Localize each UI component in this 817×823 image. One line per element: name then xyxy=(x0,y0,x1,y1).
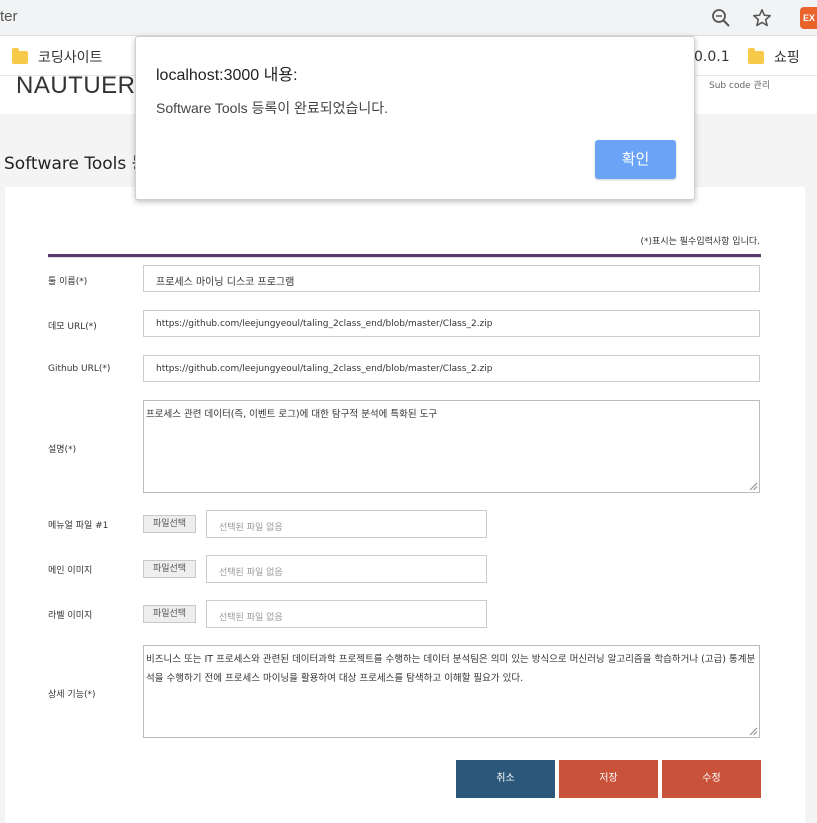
description-textarea[interactable]: 프로세스 관련 데이터(즉, 이벤트 로그)에 대한 탐구적 분석에 특화된 도… xyxy=(143,400,760,493)
cancel-button[interactable]: 취소 xyxy=(456,760,555,798)
site-logo[interactable]: NAUTUER xyxy=(16,72,136,100)
tool-name-input[interactable]: 프로세스 마이닝 디스코 프로그램 xyxy=(143,265,760,292)
bookmark-star-icon[interactable] xyxy=(751,7,773,29)
main-image-file-name: 선택된 파일 없음 xyxy=(206,555,487,583)
description-text: 프로세스 관련 데이터(즉, 이벤트 로그)에 대한 탐구적 분석에 특화된 도… xyxy=(146,409,438,420)
manual-file-select-button[interactable]: 파일선택 xyxy=(143,515,196,533)
url-text[interactable]: ter xyxy=(0,8,18,25)
zoom-icon[interactable] xyxy=(711,8,731,28)
tool-name-label: 툴 이름(*) xyxy=(48,277,88,287)
browser-address-bar: ter EX xyxy=(0,0,817,36)
resize-handle-icon[interactable] xyxy=(749,727,758,736)
dialog-title: localhost:3000 내용: xyxy=(156,67,298,84)
detail-textarea[interactable]: 비즈니스 또는 IT 프로세스와 관련된 데이터과학 프로젝트를 수행하는 데이… xyxy=(143,645,760,738)
bookmark-local[interactable]: 0.0.1 xyxy=(694,46,730,68)
github-url-label: Github URL(*) xyxy=(48,364,111,374)
alert-dialog: localhost:3000 내용: Software Tools 등록이 완료… xyxy=(135,36,695,200)
detail-label: 상세 기능(*) xyxy=(48,690,96,700)
form-divider xyxy=(48,257,761,258)
manual-file-label: 메뉴얼 파일 #1 xyxy=(48,521,109,531)
bookmark-shopping[interactable]: 쇼핑 xyxy=(748,46,800,68)
bookmark-label: 0.0.1 xyxy=(694,49,730,65)
bookmark-coding-sites[interactable]: 코딩사이트 xyxy=(12,46,102,68)
extension-icon[interactable]: EX xyxy=(800,7,817,29)
bookmark-label: 쇼핑 xyxy=(774,50,800,66)
save-button[interactable]: 저장 xyxy=(559,760,658,798)
detail-text: 비즈니스 또는 IT 프로세스와 관련된 데이터과학 프로젝트를 수행하는 데이… xyxy=(146,654,756,684)
label-image-select-button[interactable]: 파일선택 xyxy=(143,605,196,623)
main-image-label: 메인 이미지 xyxy=(48,566,93,576)
folder-icon xyxy=(12,47,28,64)
manual-file-name: 선택된 파일 없음 xyxy=(206,510,487,538)
github-url-input[interactable]: https://github.com/leejungyeoul/taling_2… xyxy=(143,355,760,382)
folder-icon xyxy=(748,47,764,64)
dialog-ok-button[interactable]: 확인 xyxy=(595,140,676,179)
edit-button[interactable]: 수정 xyxy=(662,760,761,798)
label-image-label: 라벨 이미지 xyxy=(48,611,93,621)
required-note: (*)표시는 필수입력사항 입니다. xyxy=(640,237,760,247)
bookmark-label: 코딩사이트 xyxy=(38,50,103,66)
sub-code-link[interactable]: Sub code 관리 xyxy=(709,78,770,91)
resize-handle-icon[interactable] xyxy=(749,482,758,491)
main-image-select-button[interactable]: 파일선택 xyxy=(143,560,196,578)
dialog-message: Software Tools 등록이 완료되었습니다. xyxy=(156,100,389,116)
page-title: Software Tools 등 xyxy=(4,154,148,174)
demo-url-label: 데모 URL(*) xyxy=(48,322,97,332)
label-image-file-name: 선택된 파일 없음 xyxy=(206,600,487,628)
demo-url-input[interactable]: https://github.com/leejungyeoul/taling_2… xyxy=(143,310,760,337)
description-label: 설명(*) xyxy=(48,445,77,455)
